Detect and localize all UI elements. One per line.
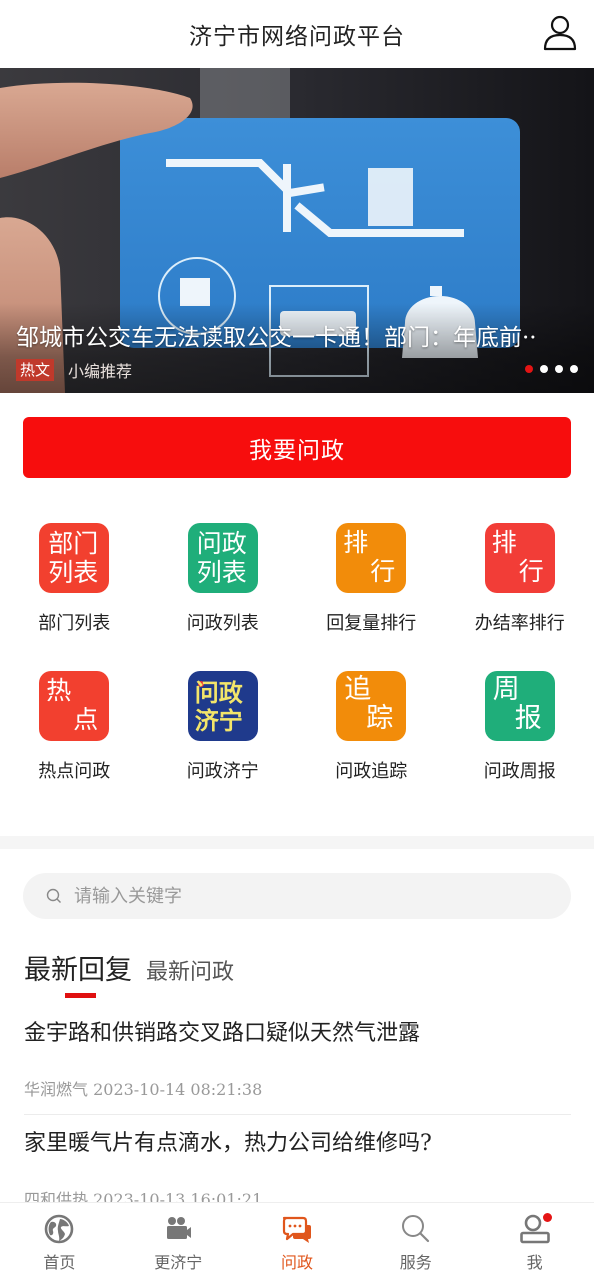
icon-text-line1: 问政 (196, 529, 247, 558)
grid-item-question-tracking[interactable]: 追踪问政追踪 (297, 658, 446, 788)
icon-text-line2: 踪 (366, 703, 394, 734)
page-title: 济宁市网络问政平台 (189, 24, 405, 50)
carousel-dot[interactable] (540, 365, 548, 373)
carousel-dot[interactable] (570, 365, 578, 373)
shortcut-grid: 部门 列表 部门列表 问政 列表 问政列表排行回复量排行排行办结率排行热点热点问政 问政 济宁… (0, 510, 594, 788)
carousel-indicator (525, 365, 578, 373)
question-list-icon: 问政 列表 (187, 523, 258, 593)
grid-item-label: 问政追踪 (335, 761, 408, 782)
section-divider (0, 836, 594, 849)
search-icon (401, 1215, 429, 1243)
icon-text-line2: 行 (518, 557, 544, 586)
search-input[interactable] (74, 885, 514, 907)
icon-text-line1: 追 (344, 674, 372, 705)
icon-text-line1: 周 (492, 674, 520, 705)
grid-item-reply-ranking[interactable]: 排行回复量排行 (297, 510, 446, 640)
tabbar-item-wenzheng[interactable]: 问政 (238, 1203, 357, 1280)
banner-carousel[interactable]: 邹城市公交车无法读取公交一卡通！部门：年底前·· 热文 小编推荐 (0, 68, 594, 393)
app-header: 济宁市网络问政平台 (0, 0, 594, 68)
icon-text-line1: 热 (46, 676, 72, 705)
completion-ranking-icon: 排行 (484, 523, 555, 593)
grid-item-wenzheng-jining[interactable]: 问政 济宁 问政济宁 (149, 658, 298, 788)
icon-text-line2: 列表 (48, 558, 99, 587)
news-list: 金宇路和供销路交叉路口疑似天然气泄露 华润燃气 2023-10-14 08:21… (24, 1005, 571, 1225)
grid-item-label: 回复量排行 (326, 613, 417, 634)
grid-item-hot-questions[interactable]: 热点热点问政 (0, 658, 149, 788)
tabbar-label: 首页 (43, 1253, 76, 1272)
tab-latest-replies[interactable]: 最新回复 (24, 948, 132, 987)
news-item[interactable]: 金宇路和供销路交叉路口疑似天然气泄露 华润燃气 2023-10-14 08:21… (24, 1005, 571, 1115)
tabbar-item-services[interactable]: 服务 (356, 1203, 475, 1280)
icon-text-line1: 部门 (48, 529, 99, 558)
grid-item-label: 部门列表 (38, 613, 111, 634)
grid-item-department-list[interactable]: 部门 列表 部门列表 (0, 510, 149, 640)
news-title: 家里暖气片有点滴水，热力公司给维修吗? (24, 1131, 432, 1156)
icon-text-line1: 排 (491, 528, 517, 557)
search-icon (46, 888, 61, 903)
news-meta: 华润燃气 2023-10-14 08:21:38 (24, 1080, 263, 1099)
grid-item-weekly-report[interactable]: 周报问政周报 (446, 658, 594, 788)
tabbar-item-more-jining[interactable]: 更济宁 (119, 1203, 238, 1280)
news-tabs: 最新回复 最新问政 (24, 948, 234, 987)
reply-ranking-icon: 排行 (336, 523, 407, 593)
icon-text-line2: 济宁 (194, 707, 243, 735)
banner-source: 小编推荐 (68, 362, 133, 381)
ask-question-button[interactable]: 我要问政 (23, 417, 571, 478)
tabbar-label: 问政 (280, 1253, 313, 1272)
tabbar-label: 我 (526, 1253, 543, 1272)
tabbar-label: 更济宁 (154, 1253, 203, 1272)
carousel-dot[interactable] (555, 365, 563, 373)
hot-questions-icon: 热点 (39, 671, 110, 741)
tabbar-label: 服务 (399, 1253, 432, 1272)
department-list-icon: 部门 列表 (39, 523, 110, 593)
question-tracking-icon: 追踪 (336, 671, 407, 741)
icon-text-line2: 报 (514, 703, 542, 734)
active-tab-indicator (65, 993, 96, 998)
grid-item-label: 问政列表 (186, 613, 259, 634)
video-camera-icon (167, 1217, 192, 1239)
icon-text-line2: 点 (73, 705, 99, 734)
grid-item-label: 办结率排行 (474, 613, 565, 634)
globe-icon (45, 1214, 74, 1244)
hot-tag: 热文 (16, 359, 55, 381)
icon-text-line1: 排 (343, 528, 369, 557)
icon-text-line2: 行 (370, 557, 396, 586)
carousel-dot-active[interactable] (525, 365, 533, 373)
chat-bubbles-icon (282, 1216, 311, 1243)
news-title: 金宇路和供销路交叉路口疑似天然气泄露 (24, 1021, 421, 1046)
grid-item-question-list[interactable]: 问政 列表 问政列表 (149, 510, 298, 640)
weekly-report-icon: 周报 (484, 671, 555, 741)
bottom-tab-bar: 首页 更济宁 问政 服务 我 (0, 1202, 594, 1280)
notification-badge (543, 1213, 553, 1222)
grid-item-label: 问政济宁 (186, 761, 259, 782)
icon-text-line2: 列表 (196, 558, 247, 587)
grid-item-label: 热点问政 (38, 761, 111, 782)
tab-latest-questions[interactable]: 最新问政 (146, 954, 234, 986)
grid-item-completion-ranking[interactable]: 排行办结率排行 (446, 510, 594, 640)
icon-text-line1: 问政 (194, 679, 243, 707)
grid-item-label: 问政周报 (483, 761, 556, 782)
banner-headline[interactable]: 邹城市公交车无法读取公交一卡通！部门：年底前·· (16, 318, 586, 352)
wenzheng-jining-icon: 问政 济宁 (187, 671, 258, 741)
banner-meta: 热文 小编推荐 (16, 358, 132, 382)
tabbar-item-me[interactable]: 我 (475, 1203, 594, 1280)
user-icon[interactable] (542, 14, 578, 52)
tabbar-item-home[interactable]: 首页 (0, 1203, 119, 1280)
search-bar[interactable] (23, 873, 571, 919)
